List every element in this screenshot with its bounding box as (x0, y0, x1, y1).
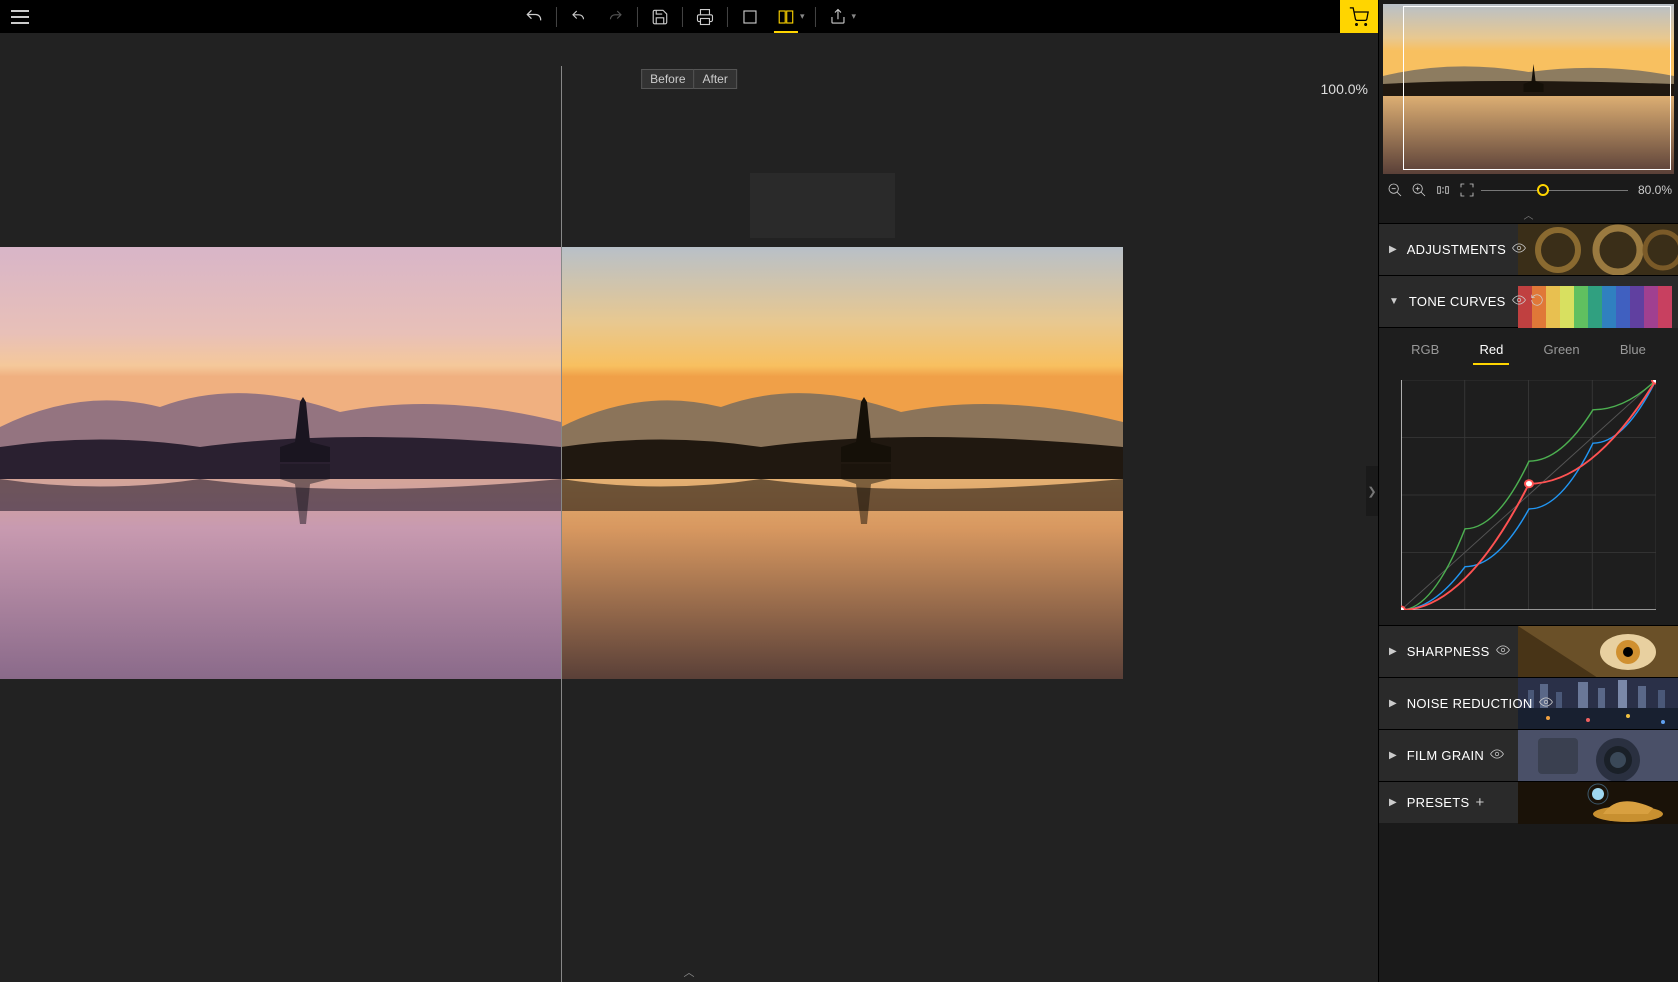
reset-icon[interactable] (1530, 293, 1544, 310)
expand-arrow-icon: ▶ (1389, 698, 1397, 709)
image-canvas[interactable]: Before After 100.0% (0, 33, 1378, 982)
panel-thumb-eye (1518, 626, 1678, 678)
tone-curve-editor[interactable] (1401, 380, 1656, 610)
panel-noise-reduction[interactable]: ▶ NOISE REDUCTION (1379, 677, 1678, 729)
before-label: Before (641, 69, 693, 89)
collapse-arrow-icon: ▼ (1389, 296, 1399, 307)
visibility-icon[interactable] (1490, 747, 1504, 764)
toolbar: ▾ ▾ (0, 0, 1378, 33)
redo-button[interactable] (597, 0, 633, 33)
share-button[interactable] (820, 0, 856, 33)
add-preset-icon[interactable]: + (1476, 794, 1485, 811)
zoom-fit-icon[interactable] (1457, 180, 1477, 200)
panel-sharpness[interactable]: ▶ SHARPNESS (1379, 625, 1678, 677)
zoom-1to1-icon[interactable] (1433, 180, 1453, 200)
separator (727, 7, 728, 27)
overlay-box (750, 173, 895, 238)
visibility-icon[interactable] (1512, 293, 1526, 310)
compare-divider[interactable] (561, 66, 562, 982)
visibility-icon[interactable] (1496, 643, 1510, 660)
panel-adjustments[interactable]: ▶ ADJUSTMENTS (1379, 223, 1678, 275)
separator (556, 7, 557, 27)
zoom-out-icon[interactable] (1385, 180, 1405, 200)
single-view-button[interactable] (732, 0, 768, 33)
hamburger-icon (11, 10, 29, 24)
compare-labels: Before After (641, 69, 737, 89)
canvas-zoom-label: 100.0% (1321, 81, 1368, 97)
bottom-panel-toggle[interactable]: ︿ (684, 964, 695, 980)
before-image (0, 247, 561, 679)
panel-thumb-lamp (1518, 782, 1678, 824)
sidebar: 80.0% ︿ ▶ ADJUSTMENTS ▼ TONE CURVES RGB … (1378, 0, 1678, 982)
save-button[interactable] (642, 0, 678, 33)
expand-arrow-icon: ▶ (1389, 797, 1397, 808)
menu-button[interactable] (0, 0, 40, 33)
after-image (561, 247, 1123, 679)
curve-tab-red[interactable]: Red (1477, 338, 1505, 365)
panel-presets[interactable]: ▶ PRESETS + (1379, 781, 1678, 823)
panel-label: TONE CURVES (1409, 294, 1506, 309)
curve-tab-blue[interactable]: Blue (1618, 338, 1648, 365)
expand-arrow-icon: ▶ (1389, 646, 1397, 657)
zoom-slider[interactable] (1481, 182, 1628, 198)
panel-label: PRESETS (1407, 795, 1470, 810)
panels-scroll-up[interactable]: ︿ (1379, 206, 1678, 223)
navigator-zoom-label: 80.0% (1638, 183, 1672, 197)
cart-button[interactable] (1340, 0, 1378, 33)
panel-label: ADJUSTMENTS (1407, 242, 1506, 257)
panel-label: NOISE REDUCTION (1407, 696, 1533, 711)
sidebar-collapse-handle[interactable]: ❯ (1366, 466, 1378, 516)
panel-film-grain[interactable]: ▶ FILM GRAIN (1379, 729, 1678, 781)
undo-all-button[interactable] (516, 0, 552, 33)
panel-tone-curves[interactable]: ▼ TONE CURVES (1379, 275, 1678, 327)
separator (637, 7, 638, 27)
navigator-preview[interactable] (1379, 0, 1678, 178)
panel-label: SHARPNESS (1407, 644, 1490, 659)
separator (682, 7, 683, 27)
panel-thumb-gears (1518, 224, 1678, 276)
expand-arrow-icon: ▶ (1389, 750, 1397, 761)
curve-tab-rgb[interactable]: RGB (1409, 338, 1441, 365)
undo-button[interactable] (561, 0, 597, 33)
separator (815, 7, 816, 27)
expand-arrow-icon: ▶ (1389, 244, 1397, 255)
zoom-in-icon[interactable] (1409, 180, 1429, 200)
after-label: After (694, 69, 737, 89)
compare-view-button[interactable] (768, 0, 804, 33)
panel-label: FILM GRAIN (1407, 748, 1484, 763)
visibility-icon[interactable] (1512, 241, 1526, 258)
tone-curves-content: RGB Red Green Blue (1379, 327, 1678, 625)
visibility-icon[interactable] (1539, 695, 1553, 712)
navigator-zoom-controls: 80.0% (1379, 178, 1678, 206)
print-button[interactable] (687, 0, 723, 33)
panel-thumb-camera (1518, 730, 1678, 782)
curve-tab-green[interactable]: Green (1542, 338, 1582, 365)
navigator-thumbnail (1383, 4, 1674, 174)
